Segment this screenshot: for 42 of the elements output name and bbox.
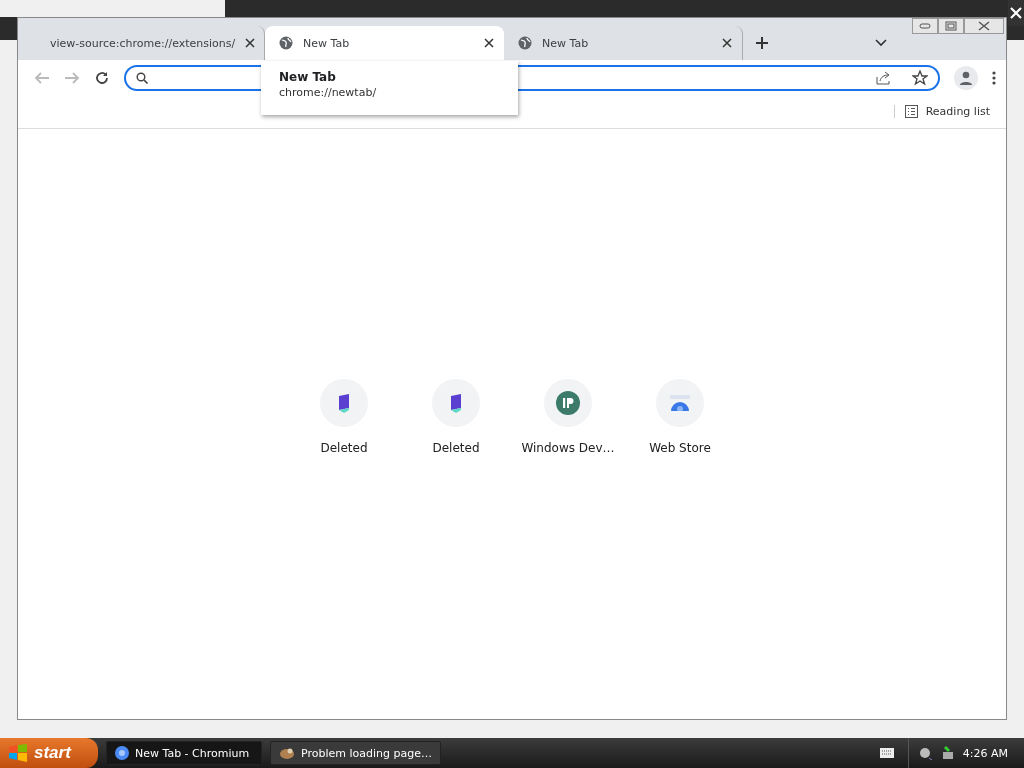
- bookmark-logo-icon: [448, 393, 464, 413]
- star-icon[interactable]: [912, 69, 928, 86]
- close-button[interactable]: [1008, 0, 1024, 26]
- reload-button[interactable]: [94, 69, 110, 86]
- person-icon: [959, 70, 973, 85]
- share-icon[interactable]: [876, 70, 892, 85]
- maximize-icon: [945, 21, 957, 31]
- shortcut-tile[interactable]: Deleted: [288, 379, 400, 719]
- bookmark-logo-icon: [336, 393, 352, 413]
- store-logo-icon: [668, 395, 692, 411]
- globe-icon: [518, 36, 532, 50]
- search-icon: [136, 71, 148, 84]
- taskbar-button[interactable]: New Tab - Chromium: [106, 741, 262, 765]
- profile-button[interactable]: [954, 65, 978, 90]
- windows-logo-icon: [8, 744, 28, 762]
- globe-icon: [279, 36, 293, 50]
- shortcut-tile[interactable]: Web Store: [624, 379, 736, 719]
- clock: 4:26 AM: [962, 746, 1008, 760]
- chromium-icon: [115, 746, 129, 760]
- shortcut-tile[interactable]: Deleted: [400, 379, 512, 719]
- close-icon: [1010, 7, 1022, 19]
- shortcut-tile[interactable]: Windows Dev…: [512, 379, 624, 719]
- browser-tab[interactable]: New Tab: [265, 26, 504, 60]
- close-icon[interactable]: [484, 38, 494, 48]
- start-button[interactable]: start: [0, 738, 98, 768]
- keyboard-icon[interactable]: [879, 748, 894, 758]
- reading-list-button[interactable]: Reading list: [893, 105, 990, 118]
- close-icon[interactable]: [245, 38, 256, 48]
- close-icon[interactable]: [722, 38, 732, 48]
- minimize-icon: [919, 23, 931, 29]
- close-icon: [978, 21, 990, 31]
- minimize-button[interactable]: [912, 18, 938, 34]
- taskbar-button[interactable]: Problem loading page…: [270, 741, 441, 765]
- ip-logo-icon: [556, 391, 580, 415]
- menu-icon[interactable]: [992, 70, 996, 85]
- plus-icon: [755, 36, 769, 50]
- chevron-down-icon: [875, 39, 887, 47]
- network-icon[interactable]: [940, 746, 955, 760]
- list-icon: [904, 105, 918, 118]
- browser-tab[interactable]: New Tab: [504, 26, 743, 60]
- tooltip-url: chrome://newtab/: [279, 86, 378, 99]
- tooltip-title: New Tab: [279, 70, 337, 84]
